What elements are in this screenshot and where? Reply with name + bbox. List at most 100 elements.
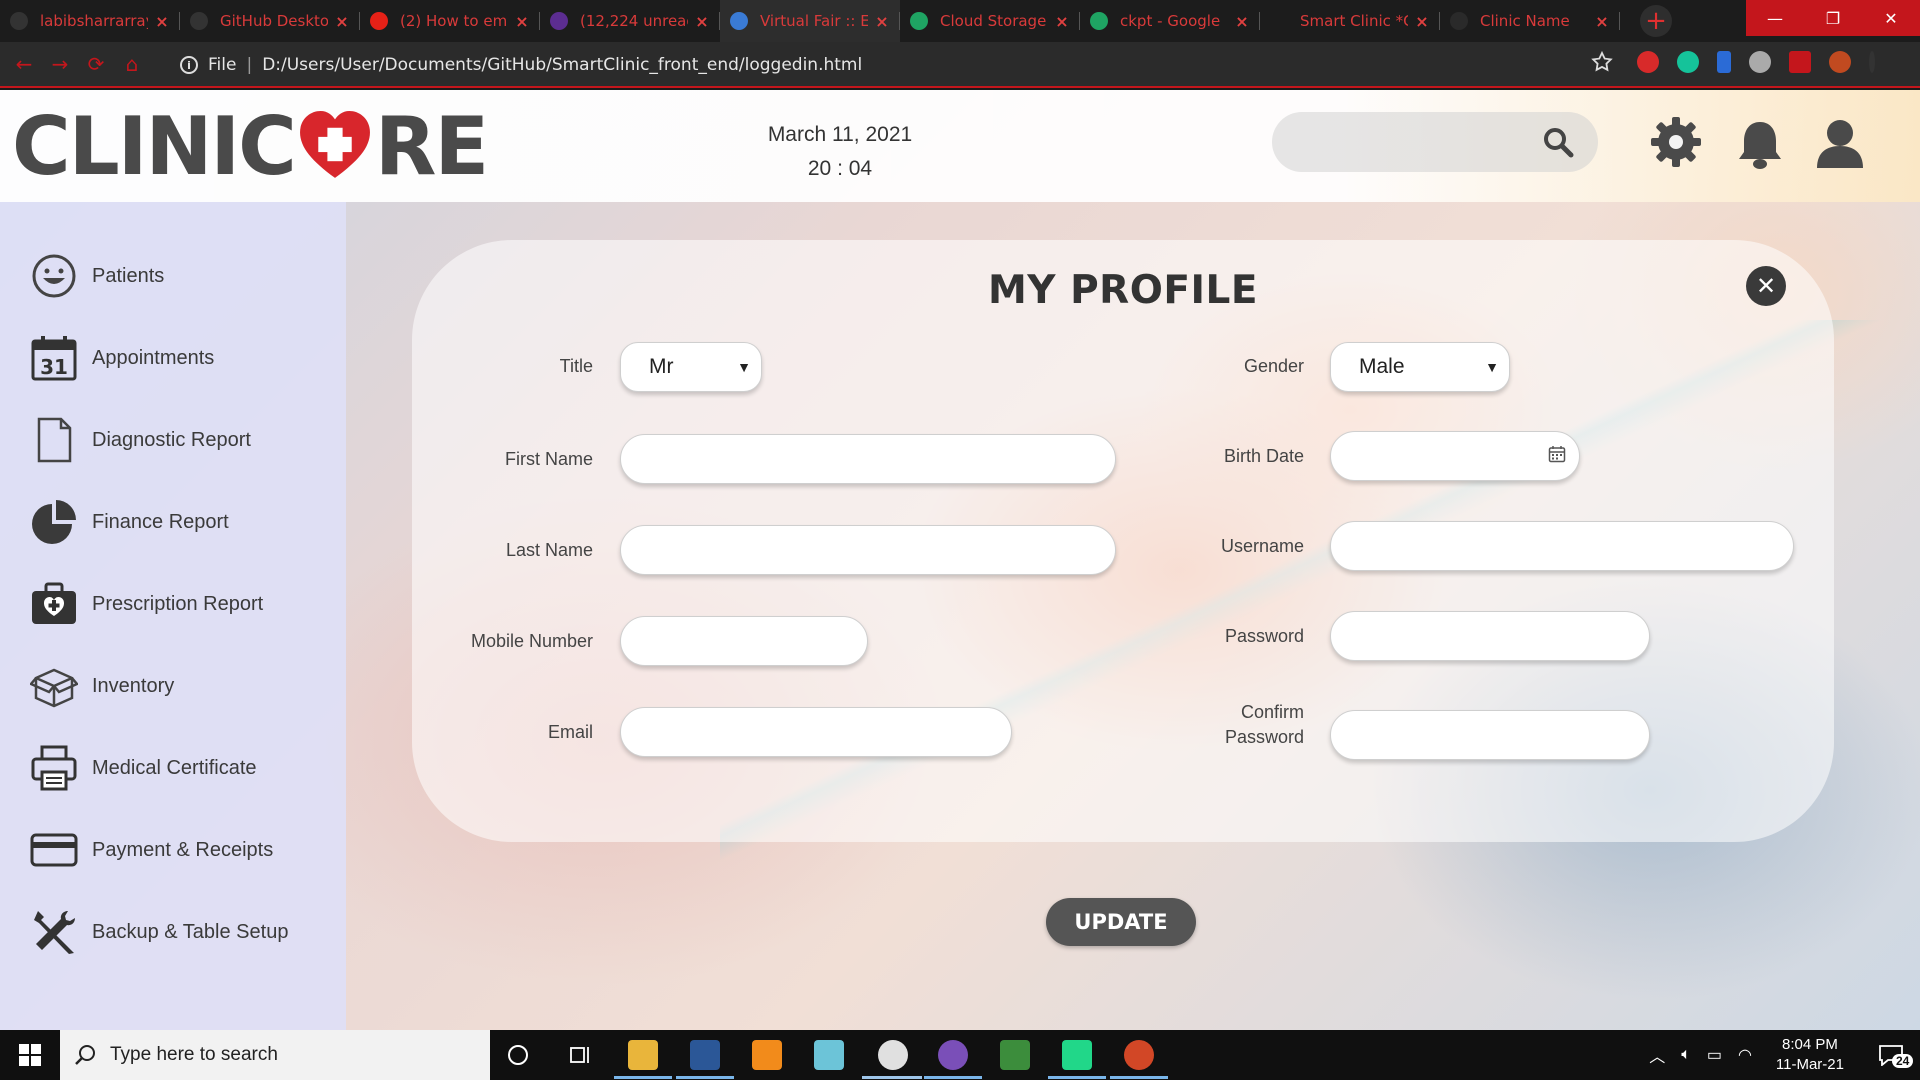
chrome-icon[interactable] — [878, 1040, 908, 1070]
tab-close-icon[interactable]: × — [1234, 12, 1250, 31]
mobile-number-field[interactable] — [620, 616, 868, 666]
user-avatar-icon[interactable] — [1814, 116, 1866, 168]
taskbar-search-box[interactable]: Type here to search — [60, 1030, 490, 1080]
tab-title: (2) How to emb — [400, 12, 508, 30]
tab-close-icon[interactable]: × — [1414, 12, 1430, 31]
extension-icon-3[interactable] — [1717, 51, 1731, 73]
forward-button[interactable]: → — [42, 46, 78, 82]
birth-date-field[interactable] — [1330, 431, 1580, 481]
sidebar-item-appointments[interactable]: 31 Appointments — [30, 330, 330, 386]
medical-bag-icon — [32, 582, 76, 624]
email-field[interactable] — [620, 707, 1012, 757]
tab-close-icon[interactable]: × — [154, 12, 170, 31]
close-profile-button[interactable]: ✕ — [1746, 266, 1786, 306]
task-view-icon[interactable] — [568, 1043, 592, 1067]
gear-icon[interactable] — [1650, 116, 1702, 168]
home-button[interactable]: ⌂ — [114, 46, 150, 82]
github-desktop-icon[interactable] — [938, 1040, 968, 1070]
browser-tab[interactable]: (2) How to emb × — [360, 0, 540, 42]
tab-close-icon[interactable]: × — [514, 12, 530, 31]
tab-strip: labibsharrarray × GitHub Desktop × (2) How t… — [0, 0, 1620, 42]
taskbar-search-placeholder: Type here to search — [110, 1044, 278, 1065]
close-window-button[interactable]: ✕ — [1862, 0, 1920, 36]
browser-tab[interactable]: Virtual Fair :: Ex × — [720, 0, 900, 42]
maximize-button[interactable]: ❐ — [1804, 0, 1862, 36]
url-field[interactable]: i File | D:/Users/User/Documents/GitHub/… — [180, 48, 1610, 82]
bell-icon[interactable] — [1736, 118, 1784, 170]
header-date: March 11, 2021 — [767, 123, 913, 146]
active-indicator — [1048, 1076, 1106, 1079]
profile-avatar-icon[interactable] — [1829, 51, 1851, 73]
sidebar-item-patients[interactable]: Patients — [30, 248, 330, 304]
browser-tab[interactable]: GitHub Desktop × — [180, 0, 360, 42]
browser-menu-icon[interactable] — [1869, 51, 1875, 73]
app-notes-icon[interactable] — [814, 1040, 844, 1070]
url-scheme-label: File — [208, 55, 237, 75]
taskbar-clock[interactable]: 8:04 PM 11-Mar-21 — [1776, 1035, 1844, 1075]
browser-tab[interactable]: Clinic Name × — [1440, 0, 1620, 42]
confirm-password-field[interactable] — [1330, 710, 1650, 760]
chevron-up-icon[interactable]: ︿ — [1649, 1043, 1665, 1067]
tab-title: ckpt - Google — [1120, 12, 1221, 30]
browser-tab[interactable]: Cloud Storage × — [900, 0, 1080, 42]
first-name-field[interactable] — [620, 434, 1116, 484]
file-explorer-icon[interactable] — [628, 1040, 658, 1070]
minimize-button[interactable]: — — [1746, 0, 1804, 36]
tab-close-icon[interactable]: × — [694, 12, 710, 31]
sidebar-item-inventory[interactable]: Inventory — [30, 658, 330, 714]
password-field[interactable] — [1330, 611, 1650, 661]
header-search-box[interactable] — [1272, 112, 1598, 172]
powerpoint-icon[interactable] — [1124, 1040, 1154, 1070]
extension-icon-4[interactable] — [1749, 51, 1771, 73]
sidebar-item-medical-certificate[interactable]: Medical Certificate — [30, 740, 330, 796]
sidebar-item-diagnostic-report[interactable]: Diagnostic Report — [30, 412, 330, 468]
grammarly-icon[interactable] — [1677, 51, 1699, 73]
sidebar-item-backup-table-setup[interactable]: Backup & Table Setup — [30, 904, 330, 960]
volume-icon[interactable]: 🔈︎ — [1681, 1046, 1691, 1064]
new-tab-button[interactable]: + — [1640, 5, 1672, 37]
password-label: Password — [1224, 626, 1304, 646]
bookmark-star-icon[interactable] — [1590, 50, 1614, 74]
tab-close-icon[interactable]: × — [874, 12, 890, 31]
app-chart-icon[interactable] — [1000, 1040, 1030, 1070]
update-button[interactable]: UPDATE — [1046, 898, 1196, 946]
word-icon[interactable] — [690, 1040, 720, 1070]
title-select[interactable]: Mr ▼ — [620, 342, 762, 392]
browser-tab[interactable]: Smart Clinic *C × — [1260, 0, 1440, 42]
app-g-icon[interactable] — [752, 1040, 782, 1070]
browser-tab[interactable]: ckpt - Google × — [1080, 0, 1260, 42]
username-field[interactable] — [1330, 521, 1794, 571]
sidebar-item-prescription-report[interactable]: Prescription Report — [30, 576, 330, 632]
extension-icon-1[interactable] — [1637, 51, 1659, 73]
notifications-button[interactable]: 24 — [1874, 1030, 1914, 1080]
tab-close-icon[interactable]: × — [334, 12, 350, 31]
reload-button[interactable]: ⟳ — [78, 46, 114, 82]
window-controls: — ❐ ✕ — [1746, 0, 1920, 36]
calendar-day-text: 31 — [40, 355, 68, 379]
active-indicator — [924, 1076, 982, 1079]
extensions-area — [1590, 50, 1884, 74]
browser-tab[interactable]: (12,224 unread × — [540, 0, 720, 42]
tab-close-icon[interactable]: × — [1594, 12, 1610, 31]
back-button[interactable]: ← — [6, 46, 42, 82]
clinic-logo: CLINIC RE — [12, 100, 489, 193]
battery-icon[interactable]: ▭ — [1707, 1045, 1722, 1065]
cortana-icon[interactable] — [506, 1043, 530, 1067]
confirm-password-label-line2: Password — [1224, 727, 1304, 747]
open-box-icon — [30, 668, 78, 708]
system-tray: ︿ 🔈︎ ▭ ◠ 8:04 PM 11-Mar-21 24 — [1641, 1030, 1920, 1080]
extensions-puzzle-icon[interactable] — [1789, 51, 1811, 73]
sidebar-item-payment-receipts[interactable]: Payment & Receipts — [30, 822, 330, 878]
heart-plus-icon — [299, 111, 370, 178]
browser-tab[interactable]: labibsharrarray × — [0, 0, 180, 42]
info-icon[interactable]: i — [180, 56, 198, 74]
calendar-icon[interactable] — [1548, 445, 1566, 463]
search-icon[interactable] — [1542, 126, 1574, 158]
start-button[interactable] — [0, 1030, 60, 1080]
gender-select[interactable]: Male ▼ — [1330, 342, 1510, 392]
sidebar-item-finance-report[interactable]: Finance Report — [30, 494, 330, 550]
tab-close-icon[interactable]: × — [1054, 12, 1070, 31]
pycharm-icon[interactable] — [1062, 1040, 1092, 1070]
wifi-icon[interactable]: ◠ — [1738, 1045, 1752, 1065]
last-name-field[interactable] — [620, 525, 1116, 575]
